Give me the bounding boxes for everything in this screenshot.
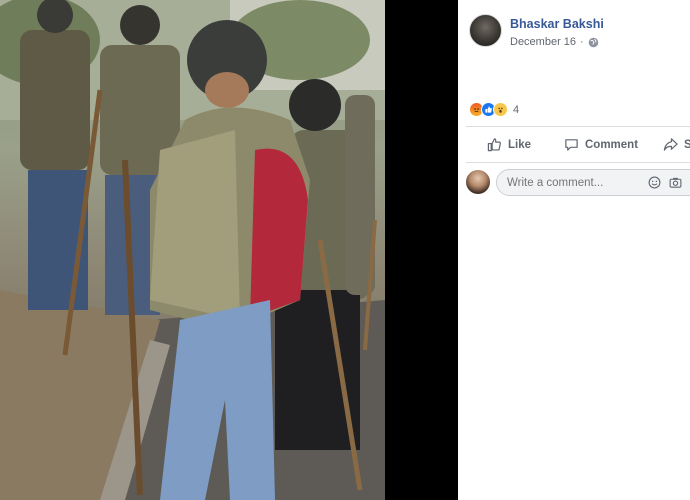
comment-bubble-icon [565,139,578,151]
comment-composer [466,168,690,198]
comment-label: Comment [585,138,639,151]
author-name[interactable]: Bhaskar Bakshi [510,17,604,31]
share-arrow-icon [663,138,678,151]
camera-icon[interactable] [669,176,682,189]
actions-bottom-divider [466,162,690,163]
post-photo[interactable] [0,0,385,500]
reaction-count: 4 [513,103,520,116]
actions-top-divider [466,126,690,127]
share-label: S [684,138,690,151]
globe-icon[interactable] [588,37,599,48]
post-action-bar: Like Comment S [458,131,690,159]
post-meta: December 16 · [510,36,599,48]
wow-reaction-icon [493,102,508,117]
photo-illustration [0,0,385,500]
meta-separator: · [580,36,584,48]
photo-gutter [385,0,458,500]
comment-input-tools [648,176,682,189]
reaction-summary[interactable]: 4 [469,102,519,117]
share-button[interactable]: S [663,137,690,152]
author-avatar[interactable] [469,14,502,47]
emoji-icon[interactable] [648,176,661,189]
post-header: Bhaskar Bakshi December 16 · [458,0,690,70]
comment-button[interactable]: Comment [564,137,638,152]
like-label: Like [508,138,532,151]
thumbs-up-icon [487,138,501,152]
post-side-panel: Bhaskar Bakshi December 16 · 4 Like Comm… [458,0,690,500]
post-date[interactable]: December 16 [510,36,576,48]
viewer-avatar[interactable] [466,170,490,194]
like-button[interactable]: Like [487,137,531,152]
